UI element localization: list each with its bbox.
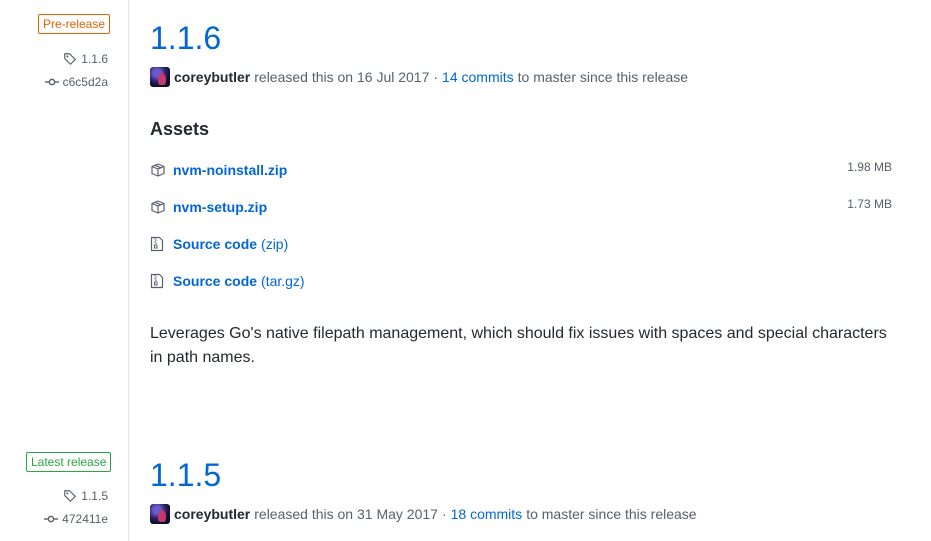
release-title[interactable]: 1.1.5 <box>150 455 221 495</box>
author-link[interactable]: coreybutler <box>174 69 250 85</box>
timeline-divider <box>128 0 129 541</box>
release-tag[interactable]: 1.1.6 <box>63 52 108 66</box>
asset-name[interactable]: Source code <box>173 273 257 289</box>
assets-heading: Assets <box>150 119 210 139</box>
asset-format[interactable]: (zip) <box>261 236 288 252</box>
asset-name[interactable]: Source code <box>173 236 257 252</box>
byline-separator: · <box>433 69 439 85</box>
released-text: released this on 16 Jul 2017 <box>254 69 430 85</box>
asset-name[interactable]: nvm-setup.zip <box>173 199 267 215</box>
asset-row[interactable]: Source code (tar.gz) <box>150 271 892 291</box>
commits-link[interactable]: 14 commits <box>442 69 514 85</box>
asset-name[interactable]: nvm-noinstall.zip <box>173 162 287 178</box>
asset-row[interactable]: nvm-noinstall.zip 1.98 MB <box>150 160 892 180</box>
package-icon <box>150 199 166 215</box>
file-zip-icon <box>150 236 166 252</box>
byline-separator: · <box>441 506 447 522</box>
release-byline: coreybutler released this on 16 Jul 2017… <box>150 67 688 87</box>
file-zip-icon <box>150 273 166 289</box>
release-tag[interactable]: 1.1.5 <box>63 489 108 503</box>
commits-suffix: to master since this release <box>517 69 689 85</box>
commit-sha: 472411e <box>62 512 108 526</box>
commit-sha: c6c5d2a <box>62 75 108 89</box>
avatar[interactable] <box>150 67 170 87</box>
latest-release-label: Latest release <box>26 452 112 472</box>
asset-size: 1.98 MB <box>847 160 892 174</box>
commit-icon <box>44 512 59 526</box>
commits-link[interactable]: 18 commits <box>451 506 523 522</box>
prerelease-label: Pre-release <box>38 14 111 34</box>
asset-size: 1.73 MB <box>847 197 892 211</box>
tag-icon <box>63 489 77 503</box>
asset-row[interactable]: Source code (zip) <box>150 234 892 254</box>
tag-name: 1.1.6 <box>81 52 108 66</box>
tag-icon <box>63 52 77 66</box>
avatar[interactable] <box>150 504 170 524</box>
commits-suffix: to master since this release <box>526 506 697 522</box>
asset-row[interactable]: nvm-setup.zip 1.73 MB <box>150 197 892 217</box>
release-notes: Leverages Go's native filepath managemen… <box>150 325 887 366</box>
release-title[interactable]: 1.1.6 <box>150 18 221 58</box>
release-byline: coreybutler released this on 31 May 2017… <box>150 504 697 524</box>
package-icon <box>150 162 166 178</box>
commit-icon <box>44 75 59 89</box>
release-commit[interactable]: c6c5d2a <box>44 75 108 89</box>
released-text: released this on 31 May 2017 <box>254 506 438 522</box>
asset-format[interactable]: (tar.gz) <box>261 273 305 289</box>
tag-name: 1.1.5 <box>81 489 108 503</box>
author-link[interactable]: coreybutler <box>174 506 250 522</box>
release-commit[interactable]: 472411e <box>44 512 108 526</box>
